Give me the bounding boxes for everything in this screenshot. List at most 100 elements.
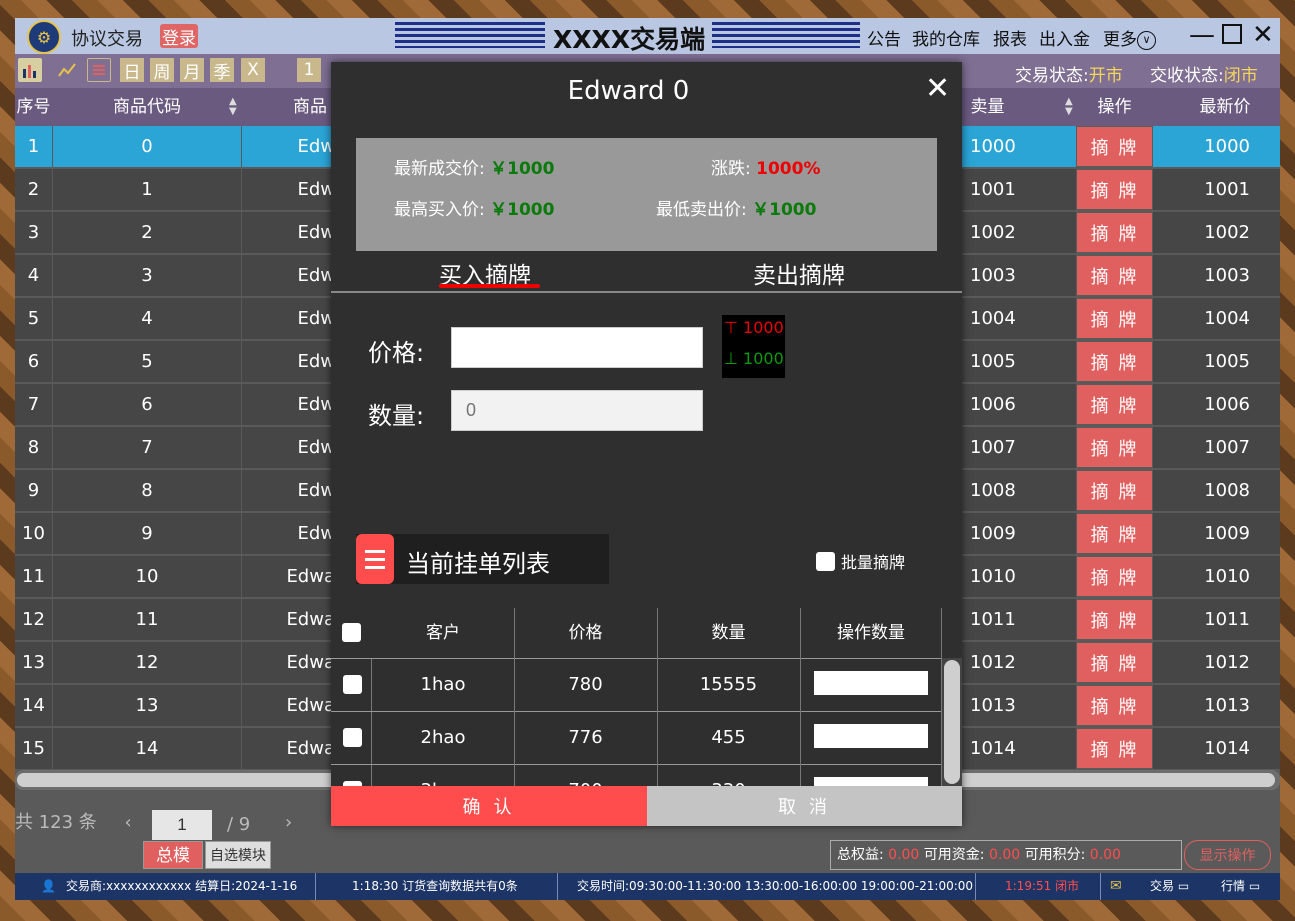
order-row[interactable]: 1hao 780 15555 <box>331 658 942 711</box>
trade-status-value: 开市 <box>1088 66 1123 86</box>
delist-button[interactable]: 摘 牌 <box>1077 342 1152 381</box>
page-total: / 9 <box>227 814 251 835</box>
cell-name: Edwa <box>242 642 345 683</box>
cell-code: 2 <box>53 212 241 253</box>
close-icon[interactable]: ✕ <box>925 74 950 104</box>
high-buy-label: 最高买入价: <box>394 200 485 220</box>
maximize-icon[interactable] <box>1222 24 1242 44</box>
show-ops-button[interactable]: 显示操作 <box>1184 840 1271 870</box>
menu-my-warehouse[interactable]: 我的仓库 <box>912 25 980 50</box>
delist-button[interactable]: 摘 牌 <box>1077 299 1152 338</box>
confirm-button[interactable]: 确 认 <box>331 786 647 826</box>
menu-reports[interactable]: 报表 <box>993 25 1027 50</box>
delist-button[interactable]: 摘 牌 <box>1077 643 1152 682</box>
monitor-icon: ▭ <box>1177 879 1190 893</box>
delist-button[interactable]: 摘 牌 <box>1077 600 1152 639</box>
th-code[interactable]: 商品代码 <box>53 88 241 126</box>
qty-input[interactable] <box>451 390 703 431</box>
delist-button[interactable]: 摘 牌 <box>1077 256 1152 295</box>
tab-sell-delist[interactable]: 卖出摘牌 <box>753 256 845 290</box>
period-close-button[interactable]: X <box>241 58 265 82</box>
delist-button[interactable]: 摘 牌 <box>1077 127 1152 166</box>
price-input[interactable] <box>451 327 703 368</box>
quote-box: ⊤ 1000 ⊥ 1000 <box>722 315 785 378</box>
next-page-icon[interactable]: › <box>285 812 292 833</box>
page-1-button[interactable]: 1 <box>297 58 321 82</box>
change-info: 涨跌: 1000% <box>711 154 821 179</box>
op-qty-input[interactable] <box>814 777 928 786</box>
delist-button[interactable]: 摘 牌 <box>1077 428 1152 467</box>
period-day-button[interactable]: 日 <box>120 58 144 83</box>
cell-last-price: 1003 <box>1153 255 1280 296</box>
op-qty-input[interactable] <box>814 724 928 748</box>
period-week-button[interactable]: 周 <box>150 58 174 83</box>
cell-seq: 11 <box>15 556 52 597</box>
cancel-button[interactable]: 取 消 <box>647 786 962 826</box>
tab-main-module[interactable]: 总模 <box>143 841 203 869</box>
tab-custom-module[interactable]: 自选模块 <box>205 841 271 869</box>
cell-sell-qty: 1001 <box>962 169 1076 210</box>
cell-seq: 15 <box>15 728 52 769</box>
order-row[interactable]: 3hao700330 <box>331 764 942 786</box>
cell-seq: 8 <box>15 427 52 468</box>
th-seq: 序号 <box>16 97 51 117</box>
order-row[interactable]: 2hao 776 455 <box>331 711 942 764</box>
menu-funds[interactable]: 出入金 <box>1039 25 1090 50</box>
delist-button[interactable]: 摘 牌 <box>1077 729 1152 768</box>
orders-table: 客户 价格 数量 操作数量 1hao 780 15555 2hao 776 455 3hao… <box>331 608 942 786</box>
select-all-checkbox[interactable] <box>342 623 361 642</box>
cell-code: 0 <box>53 126 241 167</box>
order-price: 780 <box>568 674 603 695</box>
period-quarter-button[interactable]: 季 <box>210 58 234 83</box>
line-chart-icon[interactable] <box>55 58 79 82</box>
oth-client: 客户 <box>426 623 460 643</box>
list-view-icon[interactable] <box>87 58 111 82</box>
trade-status-label: 交易状态: <box>1015 66 1089 86</box>
sort-icon[interactable]: ▲ ▼ <box>229 97 237 117</box>
op-qty-input[interactable] <box>814 671 928 695</box>
order-client: 2hao <box>420 727 466 748</box>
th-sell-qty[interactable]: 卖量 <box>965 88 1010 126</box>
cell-last-price: 1013 <box>1153 685 1280 726</box>
page-input[interactable] <box>152 810 212 840</box>
delist-button[interactable]: 摘 牌 <box>1077 686 1152 725</box>
trade-link[interactable]: 交易 ▭ <box>1150 873 1189 900</box>
price-label: 价格: <box>368 339 425 367</box>
delist-button[interactable]: 摘 牌 <box>1077 213 1152 252</box>
delist-button[interactable]: 摘 牌 <box>1077 170 1152 209</box>
cell-sell-qty: 1007 <box>962 427 1076 468</box>
delist-button[interactable]: 摘 牌 <box>1077 514 1152 553</box>
delist-button[interactable]: 摘 牌 <box>1077 557 1152 596</box>
period-month-button[interactable]: 月 <box>180 58 204 83</box>
app-logo: ⚙ <box>27 20 61 54</box>
menu-more[interactable]: 更多 ∨ <box>1103 25 1156 50</box>
th-last-price: 最新价 <box>1199 97 1251 117</box>
cell-code: 1 <box>53 169 241 210</box>
cell-name: Edwa <box>242 556 345 597</box>
prev-page-icon[interactable]: ‹ <box>125 812 132 833</box>
batch-checkbox[interactable] <box>816 551 835 571</box>
login-button[interactable]: 登录 <box>160 24 198 48</box>
minimize-icon[interactable]: — <box>1189 21 1215 49</box>
delist-button[interactable]: 摘 牌 <box>1077 471 1152 510</box>
bar-chart-icon[interactable] <box>18 58 42 82</box>
divider <box>800 608 801 786</box>
order-qty: 15555 <box>699 674 758 695</box>
cell-seq: 6 <box>15 341 52 382</box>
menu-announcements[interactable]: 公告 <box>867 25 901 50</box>
scrollbar-thumb[interactable] <box>944 660 960 784</box>
cell-last-price: 1004 <box>1153 298 1280 339</box>
th-name[interactable]: 商品名 <box>285 88 335 155</box>
delist-button[interactable]: 摘 牌 <box>1077 385 1152 424</box>
cell-seq: 1 <box>15 126 52 167</box>
order-checkbox[interactable] <box>343 675 362 694</box>
cell-sell-qty: 1011 <box>962 599 1076 640</box>
quotes-link[interactable]: 行情 ▭ <box>1221 873 1260 900</box>
mail-icon[interactable]: ✉ <box>1110 873 1122 900</box>
order-checkbox[interactable] <box>343 728 362 747</box>
close-window-icon[interactable]: ✕ <box>1252 21 1274 49</box>
batch-delist-toggle[interactable]: 批量摘牌 <box>816 549 905 573</box>
vertical-scrollbar[interactable] <box>942 658 962 786</box>
sort-icon[interactable]: ▲ ▼ <box>1065 97 1073 117</box>
cell-last-price: 1002 <box>1153 212 1280 253</box>
